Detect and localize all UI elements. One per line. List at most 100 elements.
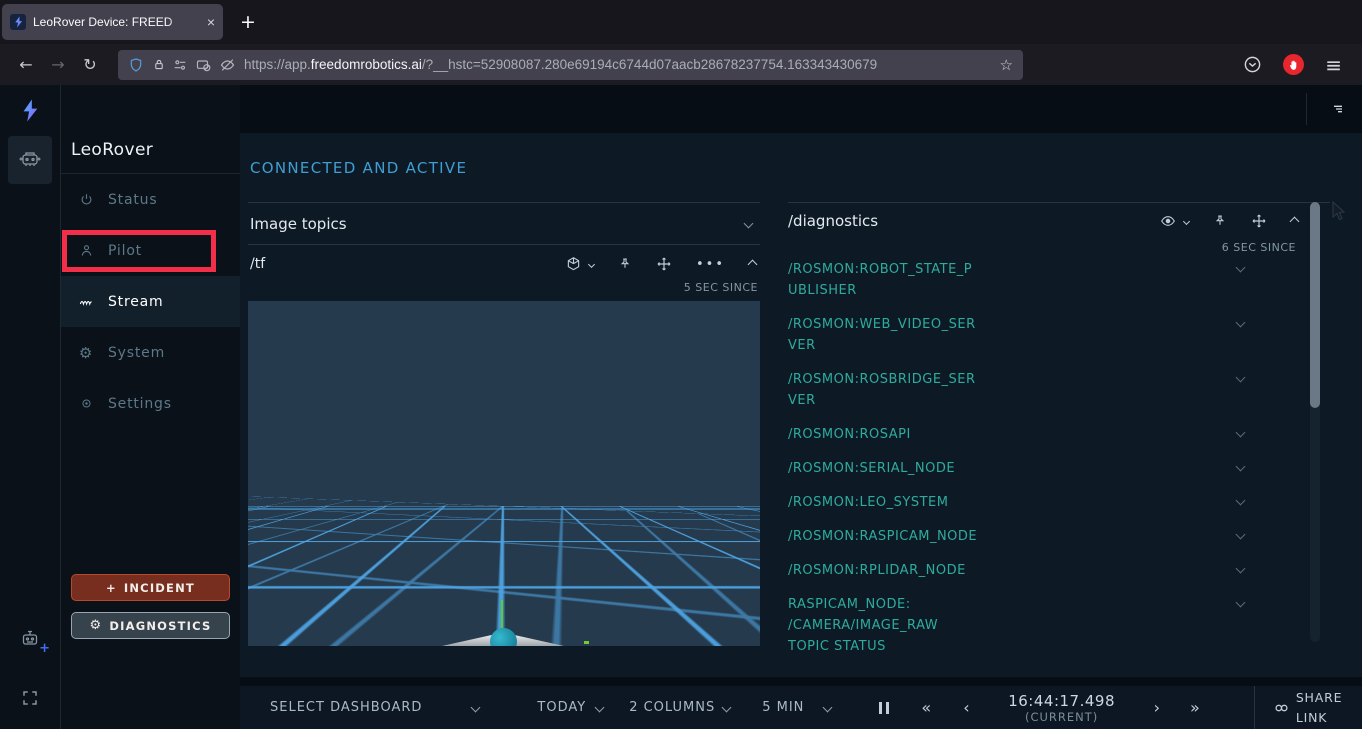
chevron-down-icon (588, 260, 595, 267)
diagnostics-label: DIAGNOSTICS (109, 619, 211, 633)
chevron-down-icon[interactable] (1236, 373, 1246, 383)
sidebar-item-pilot[interactable]: Pilot (61, 225, 240, 276)
fast-forward-button[interactable]: » (1190, 698, 1200, 717)
connection-status-banner: CONNECTED AND ACTIVE (250, 159, 1362, 175)
visibility-eye-dropdown[interactable] (1158, 213, 1189, 229)
browser-tab[interactable]: LeoRover Device: FREED × (2, 4, 223, 40)
sidebar-item-status[interactable]: Status (61, 174, 240, 225)
fullscreen-icon[interactable] (21, 689, 39, 707)
step-forward-button[interactable]: › (1154, 698, 1160, 717)
pin-icon[interactable] (1213, 213, 1227, 229)
new-tab-button[interactable]: + (231, 4, 265, 40)
autoplay-blocked-icon (195, 57, 212, 73)
chevron-down-icon (471, 703, 481, 713)
rewind-button[interactable]: « (921, 698, 931, 717)
collapse-chevron-up-icon[interactable] (748, 259, 758, 269)
chevron-down-icon[interactable] (1236, 598, 1246, 608)
chevron-down-icon[interactable] (1236, 496, 1246, 506)
topic-name: RASPICAM_NODE: /CAMERA/IMAGE_RAW TOPIC S… (788, 594, 981, 657)
add-device-robot-icon[interactable]: + (17, 627, 43, 651)
status-power-icon (78, 192, 94, 208)
move-icon[interactable] (656, 256, 672, 272)
topic-row[interactable]: /ROSMON:ROBOT_STATE_PUBLISHER (788, 259, 1330, 301)
topic-row[interactable]: RASPICAM_NODE: /CAMERA/IMAGE_RAW TOPIC S… (788, 594, 1330, 657)
icon-rail: + (0, 85, 60, 729)
date-range-label: TODAY (537, 700, 586, 715)
url-scheme: https://app. (244, 57, 311, 72)
adblocker-icon[interactable] (1283, 54, 1304, 75)
freedom-robotics-app: + LeoRover Status Pilot Stream (0, 85, 1362, 729)
topic-row[interactable]: /ROSMON:RASPICAM_NODE (788, 526, 1330, 547)
layout-filter-icon[interactable] (1329, 101, 1347, 117)
sidebar-item-system[interactable]: ⚙ System (61, 327, 240, 378)
scrollbar-thumb[interactable] (1310, 202, 1320, 408)
share-link-button[interactable]: SHARE LINK (1275, 688, 1350, 727)
image-topics-panel-header[interactable]: Image topics (248, 202, 760, 245)
tf-3d-viewport[interactable] (248, 301, 760, 646)
system-gear-icon: ⚙ (78, 345, 94, 361)
reload-button[interactable]: ↻ (74, 51, 106, 79)
date-range-dropdown[interactable]: TODAY (537, 700, 603, 715)
grid-plane-1 (248, 448, 760, 506)
sidebar-item-label: Pilot (108, 243, 142, 259)
freedom-logo-bolt-icon[interactable] (19, 98, 41, 123)
url-path: /?__hstc=52908087.280e69194c6744d07aacb2… (422, 57, 877, 72)
chevron-down-icon[interactable] (1236, 564, 1246, 574)
step-back-button[interactable]: ‹ (963, 698, 969, 717)
browser-tab-bar: LeoRover Device: FREED × + (0, 0, 1362, 44)
select-dashboard-dropdown[interactable]: SELECT DASHBOARD (270, 700, 479, 715)
bookmark-star-icon[interactable]: ☆ (1000, 56, 1013, 74)
chevron-down-icon[interactable] (1236, 428, 1246, 438)
view-3d-cube-dropdown[interactable] (564, 255, 594, 274)
sidebar-item-stream[interactable]: Stream (61, 276, 240, 327)
topic-row[interactable]: /ROSMON:WEB_VIDEO_SERVER (788, 314, 1330, 356)
sidebar-item-settings[interactable]: Settings (61, 378, 240, 429)
chevron-down-icon (722, 703, 732, 713)
chevron-down-icon[interactable] (1236, 462, 1246, 472)
topic-row[interactable]: /ROSMON:ROSBRIDGE_SERVER (788, 369, 1330, 411)
pause-button[interactable] (879, 702, 889, 714)
topic-row[interactable]: /ROSMON:LEO_SYSTEM (788, 492, 1330, 513)
topic-row[interactable]: /ROSMON:ROSAPI (788, 424, 1330, 445)
topic-name: /ROSMON:ROSAPI (788, 424, 981, 445)
columns-label: 2 COLUMNS (629, 700, 715, 715)
topic-row[interactable]: /ROSMON:RPLIDAR_NODE (788, 560, 1330, 581)
chevron-down-icon[interactable] (744, 219, 754, 229)
hamburger-menu-icon[interactable]: ≡ (1325, 53, 1342, 77)
topic-name: /ROSMON:LEO_SYSTEM (788, 492, 981, 513)
back-button[interactable]: ← (10, 51, 42, 79)
diagnostics-button[interactable]: ⚙ DIAGNOSTICS (71, 612, 230, 639)
more-options-icon[interactable]: ••• (696, 257, 725, 272)
chevron-down-icon (1183, 217, 1190, 224)
left-column: Image topics /tf (248, 202, 760, 670)
tab-close-icon[interactable]: × (207, 14, 215, 30)
sidebar-item-label: Status (108, 192, 157, 208)
device-rover-icon[interactable] (8, 136, 52, 184)
timestamp-value: 16:44:17.498 (1008, 692, 1115, 710)
chevron-down-icon[interactable] (1236, 263, 1246, 273)
collapse-chevron-up-icon[interactable] (1290, 216, 1300, 226)
url-bar[interactable]: https://app.freedomrobotics.ai/?__hstc=5… (118, 50, 1023, 80)
chevron-down-icon[interactable] (1236, 318, 1246, 328)
column-gap (760, 202, 788, 670)
permission-icons[interactable] (172, 57, 236, 73)
bottom-bar-divider (1254, 686, 1255, 729)
time-window-label: 5 MIN (762, 700, 804, 715)
freedom-robotics-favicon (10, 14, 26, 30)
time-window-dropdown[interactable]: 5 MIN (762, 700, 831, 715)
playback-timestamp: 16:44:17.498 (CURRENT) (996, 692, 1128, 724)
url-domain: freedomrobotics.ai (311, 57, 422, 72)
topic-row[interactable]: /ROSMON:SERIAL_NODE (788, 458, 1330, 479)
chevron-down-icon[interactable] (1236, 530, 1246, 540)
dashboard: CONNECTED AND ACTIVE Image topics /tf (240, 133, 1362, 677)
tracking-shield-icon[interactable] (128, 57, 144, 73)
lock-icon[interactable] (152, 57, 166, 72)
gears-icon: ⚙ (90, 619, 103, 632)
columns-dropdown[interactable]: 2 COLUMNS (629, 700, 730, 715)
diagnostics-panel-header: /diagnostics (788, 202, 1330, 239)
forward-button[interactable]: → (42, 51, 74, 79)
pin-icon[interactable] (618, 256, 632, 272)
pocket-icon[interactable] (1243, 55, 1262, 74)
incident-button[interactable]: + INCIDENT (71, 574, 230, 601)
move-icon[interactable] (1251, 213, 1267, 229)
